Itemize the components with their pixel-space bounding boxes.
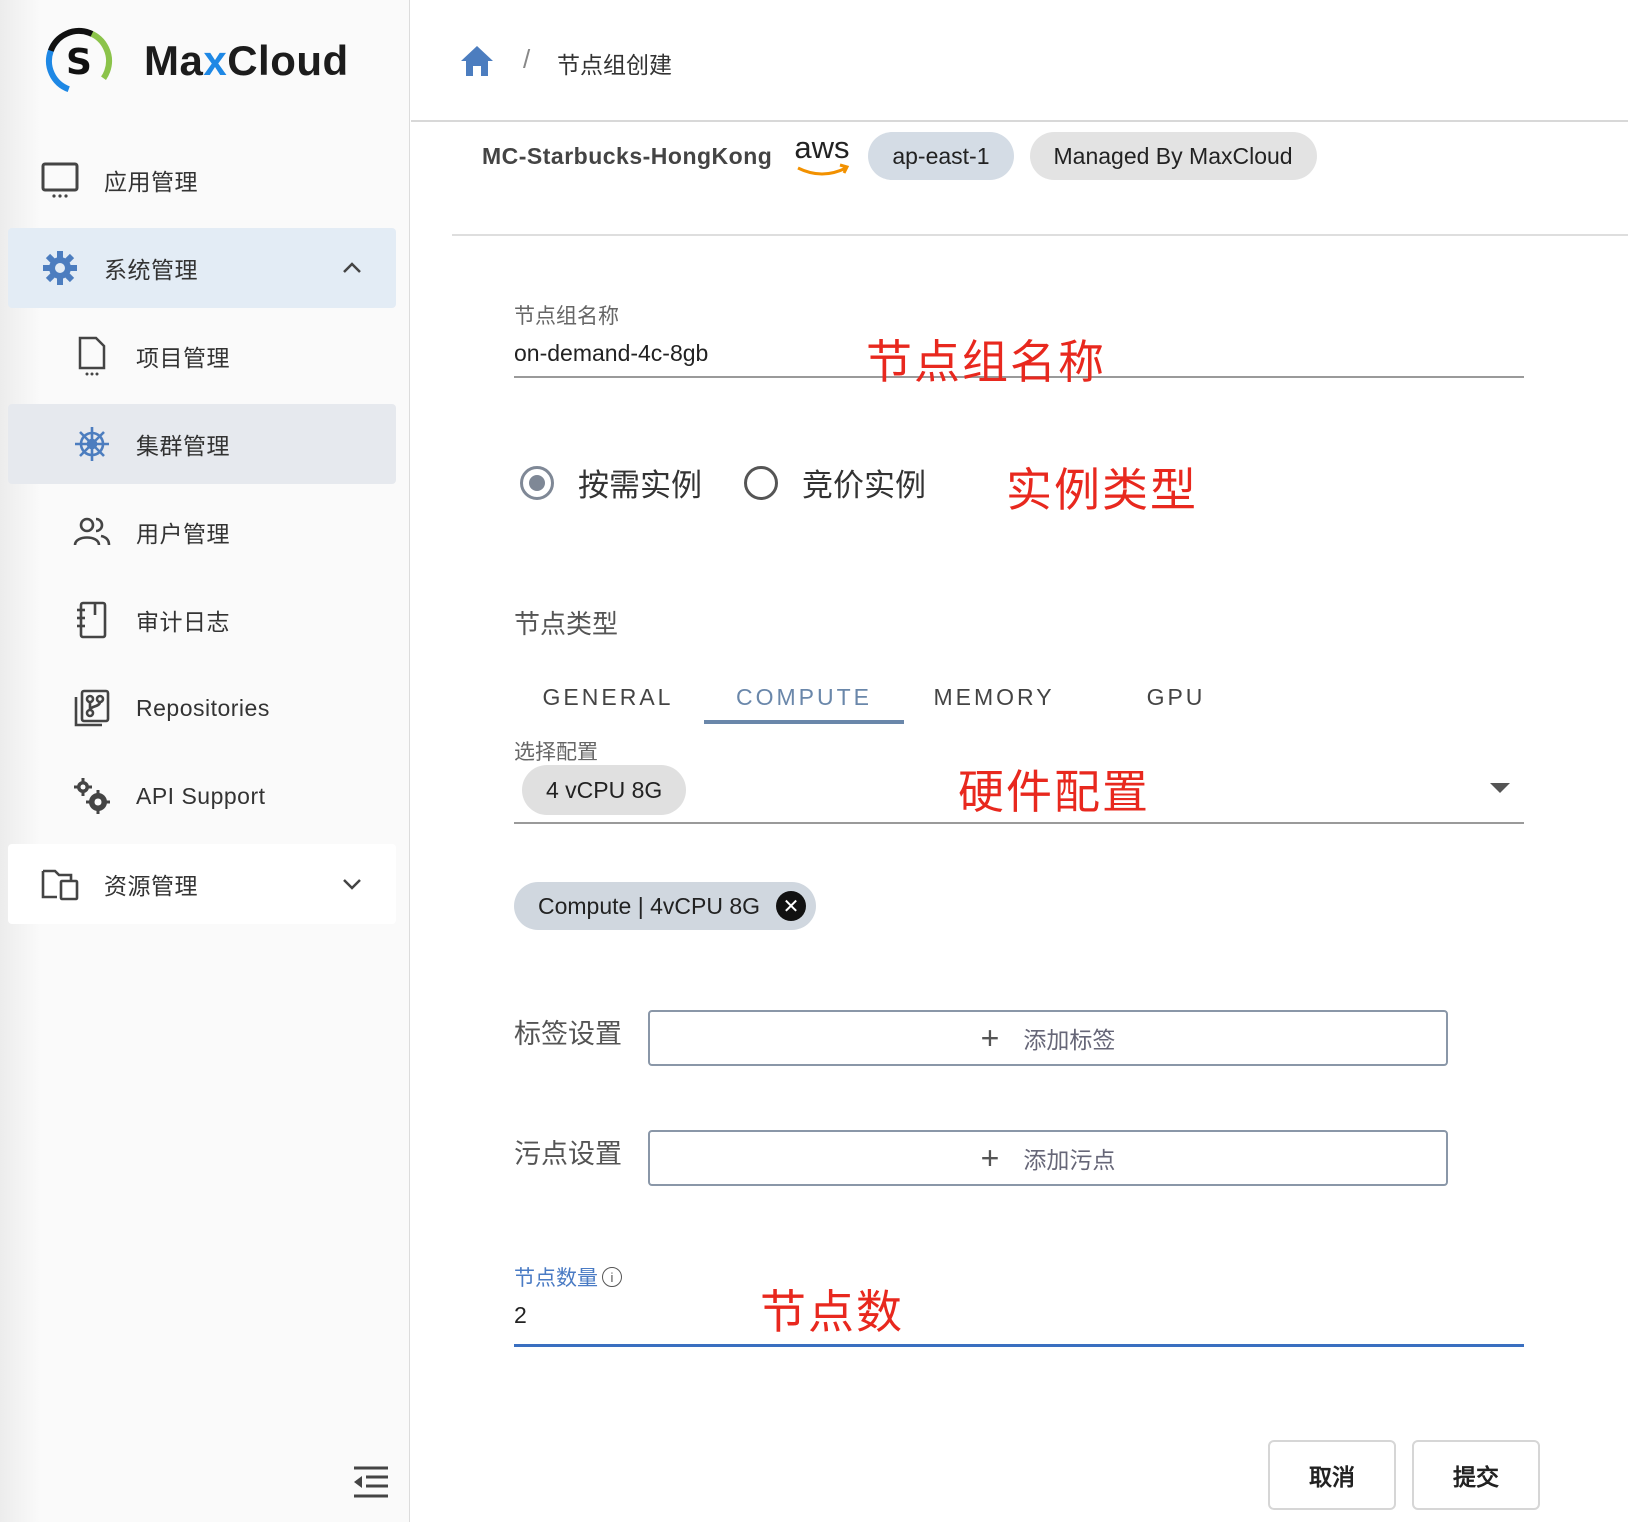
add-taint-button[interactable]: + 添加污点 (648, 1130, 1448, 1186)
nav-label: Repositories (136, 694, 270, 721)
config-label: 选择配置 (514, 741, 598, 764)
nav-user-management[interactable]: 用户管理 (8, 492, 396, 572)
users-icon (72, 512, 112, 552)
info-icon[interactable]: i (602, 1267, 622, 1287)
monitor-icon (40, 160, 80, 200)
nav-label: 系统管理 (104, 257, 198, 283)
breadcrumb: / 节点组创建 (411, 0, 1628, 122)
tab-general[interactable]: GENERAL (510, 676, 706, 728)
annotation-name: 节点组名称 (866, 336, 1106, 388)
nav-cluster-management[interactable]: 集群管理 (8, 404, 396, 484)
tab-gpu[interactable]: GPU (1078, 676, 1274, 728)
home-icon[interactable] (459, 44, 495, 78)
nav-resource-management[interactable]: 资源管理 (8, 844, 396, 924)
name-field-label: 节点组名称 (514, 305, 619, 328)
cluster-name: MC-Starbucks-HongKong (482, 142, 773, 169)
count-field-input[interactable]: 2 (514, 1302, 527, 1329)
count-field-underline (514, 1344, 1524, 1347)
annotation-count: 节点数 (760, 1286, 904, 1338)
radio-label: 按需实例 (578, 468, 702, 503)
breadcrumb-separator: / (523, 44, 531, 74)
add-taint-text: 添加污点 (1023, 1147, 1116, 1173)
aws-logo-icon: aws (792, 130, 852, 180)
document-icon (72, 336, 112, 376)
nav-label: 资源管理 (104, 873, 198, 899)
nav-system-management[interactable]: 系统管理 (8, 228, 396, 308)
count-field-label: 节点数量 i (514, 1262, 622, 1292)
config-select-value[interactable]: 4 vCPU 8G (522, 765, 687, 815)
breadcrumb-current: 节点组创建 (557, 52, 672, 78)
nav-api-support[interactable]: API Support (8, 756, 396, 836)
radio-spot[interactable]: 竞价实例 (744, 460, 926, 505)
helm-icon (72, 424, 112, 464)
cancel-button[interactable]: 取消 (1268, 1440, 1396, 1510)
nav-project-management[interactable]: 项目管理 (8, 316, 396, 396)
nav-label: 审计日志 (136, 609, 230, 635)
radio-on-demand[interactable]: 按需实例 (520, 460, 702, 505)
nav-label: 用户管理 (136, 521, 230, 547)
folders-icon (40, 864, 80, 904)
nav-app-management[interactable]: 应用管理 (8, 140, 396, 220)
annotation-instance: 实例类型 (1006, 464, 1198, 516)
repository-icon (72, 688, 112, 728)
nav-label: 项目管理 (136, 345, 230, 371)
labels-title: 标签设置 (514, 1019, 622, 1049)
nav-repositories[interactable]: Repositories (8, 668, 396, 748)
chevron-down-icon[interactable] (340, 872, 364, 896)
tab-indicator (704, 720, 904, 724)
node-type-title: 节点类型 (514, 609, 619, 639)
managed-chip: Managed By MaxCloud (1029, 132, 1317, 180)
nav-label: 集群管理 (136, 433, 230, 459)
nav-audit-log[interactable]: 审计日志 (8, 580, 396, 660)
chevron-up-icon[interactable] (340, 256, 364, 280)
svg-text:S: S (66, 42, 92, 83)
count-label-text: 节点数量 (514, 1267, 598, 1290)
cogs-icon (72, 776, 112, 816)
add-label-text: 添加标签 (1023, 1027, 1116, 1053)
region-chip: ap-east-1 (868, 132, 1014, 180)
divider (452, 234, 1628, 236)
notebook-icon (72, 600, 112, 640)
name-field-input[interactable]: on-demand-4c-8gb (514, 340, 708, 367)
chip-label: Compute | 4vCPU 8G (538, 892, 761, 919)
selected-config-chip: Compute | 4vCPU 8G ✕ (514, 882, 817, 930)
plus-icon: + (980, 1139, 1000, 1176)
plus-icon: + (980, 1019, 1000, 1056)
dropdown-arrow-icon[interactable] (1490, 783, 1510, 793)
submit-button[interactable]: 提交 (1412, 1440, 1540, 1510)
annotation-hardware: 硬件配置 (958, 766, 1150, 818)
nav-label: API Support (136, 782, 266, 809)
radio-label: 竞价实例 (802, 468, 926, 503)
radio-checked-icon (520, 465, 554, 500)
menu-collapse-icon[interactable] (350, 1464, 390, 1500)
taints-title: 污点设置 (514, 1139, 622, 1169)
cluster-info: MC-Starbucks-HongKong aws ap-east-1 Mana… (482, 128, 1317, 184)
config-select-underline (514, 822, 1524, 824)
logo-mark-icon: S (44, 26, 114, 96)
radio-unchecked-icon (744, 465, 778, 500)
brand-name: MaxCloud (144, 37, 349, 84)
sidebar: S MaxCloud 应用管理 系统管理 项目管理 集群管理 用户管理 审计日志… (0, 0, 410, 1522)
add-label-button[interactable]: + 添加标签 (648, 1010, 1448, 1066)
gear-icon (40, 248, 80, 288)
logo[interactable]: S MaxCloud (44, 26, 349, 96)
close-icon[interactable]: ✕ (776, 891, 807, 921)
tab-memory[interactable]: MEMORY (896, 676, 1092, 728)
nav-label: 应用管理 (104, 169, 198, 195)
